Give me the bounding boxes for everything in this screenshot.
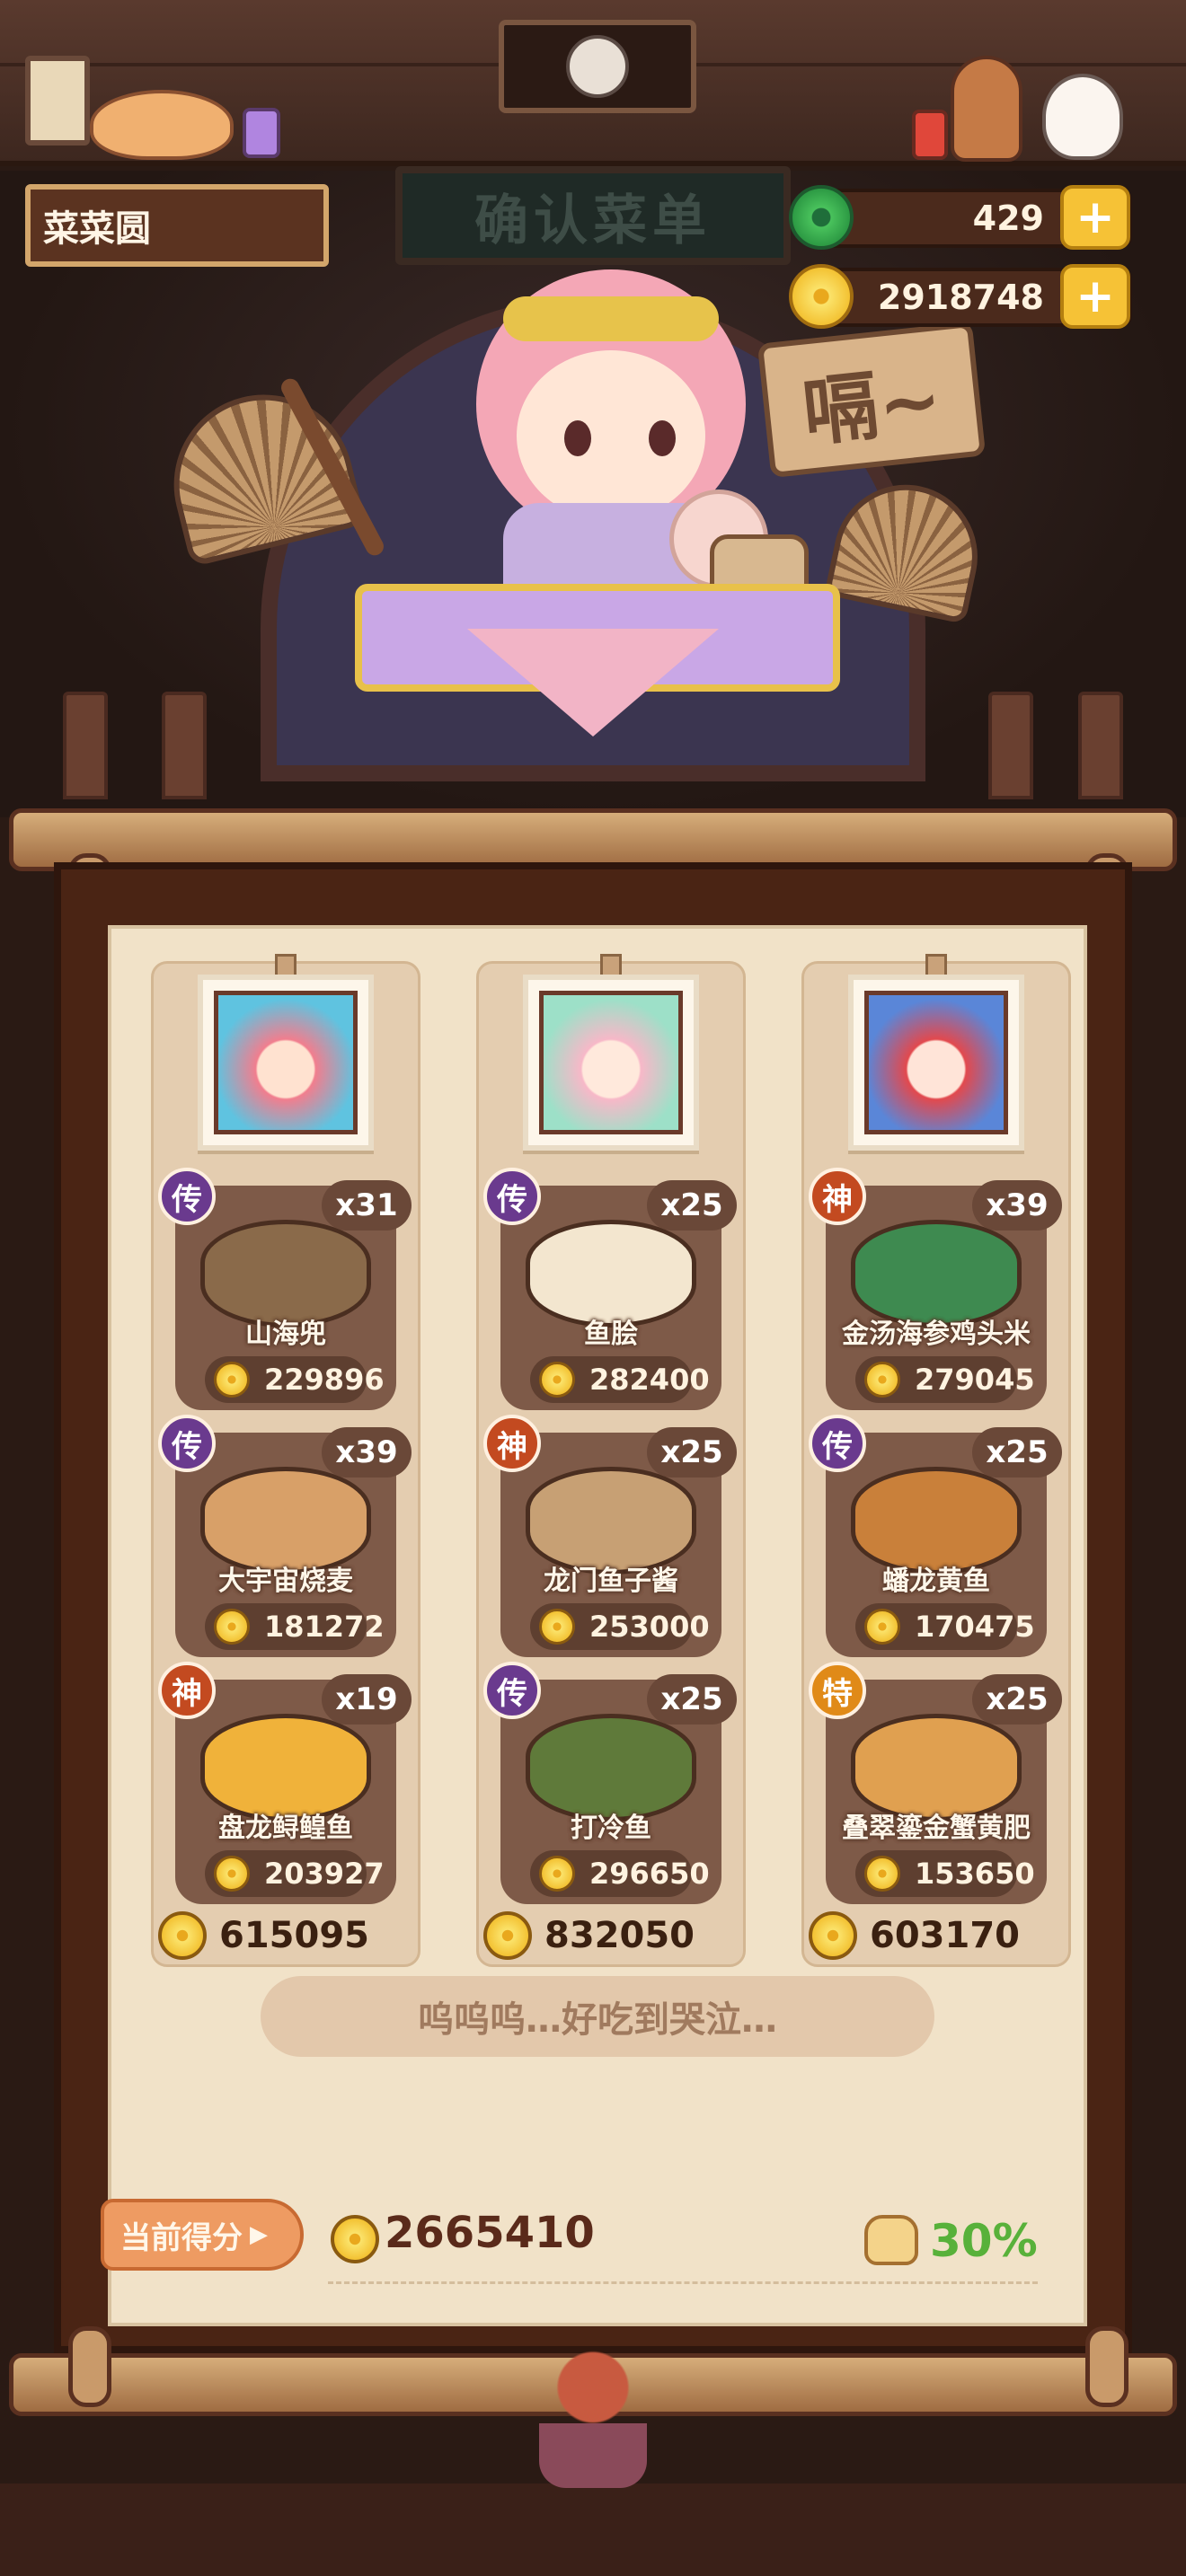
dish-name: 蟠龙黄鱼 [882, 1566, 990, 1597]
burp-speech-sign: 嗝~ [757, 321, 987, 479]
portrait-image [539, 991, 683, 1134]
dish-quantity: x25 [647, 1180, 737, 1231]
bottom-bar [0, 2483, 1186, 2576]
white-cat-icon [1042, 74, 1123, 160]
chef-portrait-2[interactable] [523, 975, 699, 1151]
dish-tier-badge: 神 [809, 1168, 866, 1225]
dish-price-value: 279045 [915, 1363, 1035, 1397]
coin-icon [214, 1609, 250, 1645]
dish-tier-badge: 传 [809, 1415, 866, 1472]
dish-quantity: x25 [647, 1674, 737, 1725]
dish-price-value: 282400 [589, 1363, 710, 1397]
portrait-image [214, 991, 358, 1134]
paw-frame-icon [25, 56, 90, 146]
character-eye [649, 420, 676, 456]
column-total: 832050 [544, 1915, 695, 1956]
dish-tier-badge: 传 [158, 1168, 216, 1225]
dish-tier-badge: 特 [809, 1662, 866, 1719]
chef-portrait-1[interactable] [198, 975, 374, 1151]
current-score-tag: 当前得分 ▶ [101, 2199, 304, 2271]
dish-price-value: 153650 [915, 1857, 1035, 1891]
dish-quantity: x39 [322, 1427, 412, 1478]
dish-name: 鱼脍 [584, 1319, 638, 1350]
coin-icon [214, 1856, 250, 1892]
boy-character-icon [951, 56, 1022, 162]
dish-tier-badge: 神 [158, 1662, 216, 1719]
dish-tier-badge: 传 [483, 1662, 541, 1719]
dish-tier-badge: 传 [158, 1415, 216, 1472]
lantern-icon [912, 110, 948, 160]
dish-name: 大宇宙烧麦 [218, 1566, 353, 1597]
dish-tier-badge: 神 [483, 1415, 541, 1472]
dish-quantity: x25 [647, 1427, 737, 1478]
play-arrow-icon: ▶ [250, 2221, 268, 2248]
scroll-rod-cap [68, 2326, 111, 2407]
fence-post [1078, 692, 1123, 799]
sleeping-cat-icon [90, 90, 234, 160]
coin-icon [539, 1362, 575, 1398]
coin-icon [789, 264, 854, 329]
coin-icon [864, 1609, 900, 1645]
coin-icon [864, 1856, 900, 1892]
dish-name: 山海兜 [245, 1319, 326, 1350]
dish-price-value: 203927 [264, 1857, 385, 1891]
score-coin-icon [331, 2215, 379, 2263]
dish-quantity: x25 [972, 1427, 1062, 1478]
chef-portrait-3[interactable] [848, 975, 1024, 1151]
dish-quantity: x25 [972, 1674, 1062, 1725]
crown-icon [503, 296, 719, 341]
coin-icon [214, 1362, 250, 1398]
dish-quantity: x19 [322, 1674, 412, 1725]
add-jade-button[interactable]: + [1060, 185, 1130, 250]
score-divider [328, 2281, 1038, 2284]
fence-post [162, 692, 207, 799]
portrait-image [864, 991, 1008, 1134]
bonus-percent: 30% [930, 2215, 1038, 2267]
scroll-rod-cap [1085, 2326, 1128, 2407]
dish-quantity: x31 [322, 1180, 412, 1231]
dish-price-value: 229896 [264, 1363, 385, 1397]
dish-name: 叠翠鎏金蟹黄肥 [842, 1813, 1031, 1844]
score-value: 2665410 [385, 2208, 595, 2258]
dish-name: 金汤海参鸡头米 [842, 1319, 1031, 1350]
character-eye [564, 420, 591, 456]
customer-comment: 呜呜呜…好吃到哭泣… [261, 1976, 934, 2057]
dish-price-value: 170475 [915, 1610, 1035, 1644]
dish-tier-badge: 传 [483, 1168, 541, 1225]
coin-icon [864, 1362, 900, 1398]
character-face [517, 350, 705, 521]
coin-icon [539, 1856, 575, 1892]
bonus-coin-bag-icon [864, 2215, 918, 2265]
lantern-icon [243, 108, 280, 158]
hanging-sign [499, 20, 696, 113]
store-name-label[interactable]: 菜菜圆 [25, 184, 329, 267]
column-total: 603170 [870, 1915, 1020, 1956]
dish-name: 打冷鱼 [571, 1813, 651, 1844]
fence-post [988, 692, 1033, 799]
jade-icon [789, 185, 854, 250]
dish-name: 龙门鱼子酱 [544, 1566, 678, 1597]
confirm-menu-board: 确认菜单 [395, 166, 791, 265]
chef-face-icon [566, 35, 629, 98]
column-total: 615095 [219, 1915, 369, 1956]
dish-quantity: x39 [972, 1180, 1062, 1231]
current-score-label: 当前得分 [120, 2219, 243, 2256]
tassel-icon [539, 2344, 647, 2488]
fence-post [63, 692, 108, 799]
coin-icon [539, 1609, 575, 1645]
dish-price-value: 253000 [589, 1610, 710, 1644]
add-coins-button[interactable]: + [1060, 264, 1130, 329]
dish-price-value: 296650 [589, 1857, 710, 1891]
dish-name: 盘龙鲟鳇鱼 [218, 1813, 353, 1844]
dish-price-value: 181272 [264, 1610, 385, 1644]
coin-value: 2918748 [877, 278, 1044, 317]
jade-value: 429 [972, 198, 1044, 238]
